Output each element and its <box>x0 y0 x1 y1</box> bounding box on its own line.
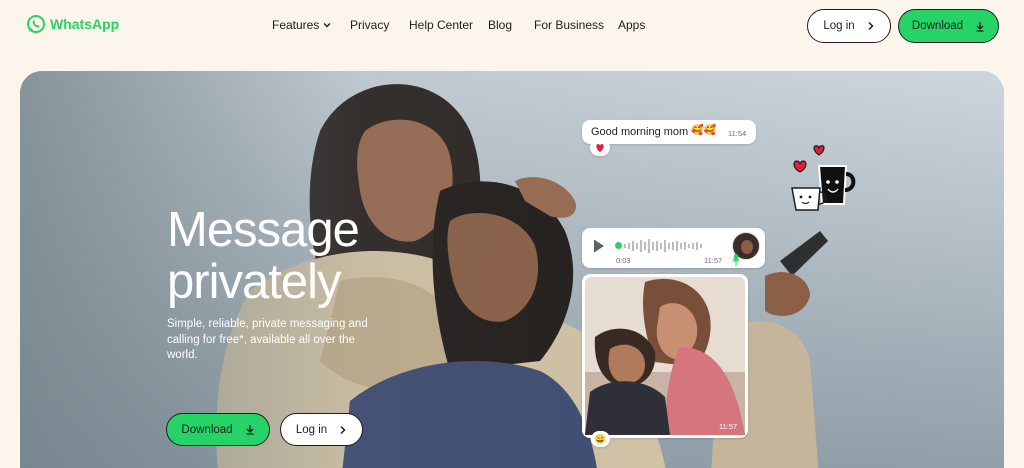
download-label: Download <box>911 20 964 32</box>
nav-link-blog[interactable]: Blog <box>488 18 512 32</box>
hero-title: Message privately <box>167 203 360 309</box>
photo-time: 11:57 <box>719 422 737 431</box>
emoji-icon: 🥰🥰 <box>691 125 716 136</box>
login-label: Log in <box>823 20 855 32</box>
photo-image: 11:57 <box>585 277 745 435</box>
hero-download-button[interactable]: Download <box>166 413 270 446</box>
download-label: Download <box>181 423 233 436</box>
download-icon <box>976 21 984 32</box>
nav-link-help-center[interactable]: Help Center <box>409 18 473 32</box>
voice-message-bubble: 0:03 11:57 <box>582 228 765 268</box>
chevron-down-icon <box>323 23 331 28</box>
chat-message-time: 11:54 <box>728 129 747 138</box>
voice-time: 11:57 <box>704 256 723 265</box>
chevron-right-icon <box>340 425 346 434</box>
photo-message-bubble: 11:57 <box>582 274 748 438</box>
coffee-sticker-icon <box>791 145 856 211</box>
hero-section: Message privately Simple, reliable, priv… <box>20 71 1004 468</box>
play-icon[interactable] <box>592 238 606 254</box>
nav-link-for-business[interactable]: For Business <box>534 18 604 32</box>
hero-title-line2: privately <box>167 255 341 309</box>
hero-login-button[interactable]: Log in <box>280 413 363 446</box>
microphone-icon <box>732 254 740 266</box>
smile-emoji-icon: 😄 <box>594 433 607 444</box>
chat-message-text: Good morning mom <box>591 126 689 138</box>
chevron-right-icon <box>868 21 874 31</box>
photo-reaction: 😄 <box>591 431 610 447</box>
login-label: Log in <box>295 423 328 436</box>
hero-title-line1: Message <box>167 203 360 257</box>
nav-download-button[interactable]: Download <box>898 9 999 43</box>
nav-login-button[interactable]: Log in <box>807 9 891 43</box>
nav-link-apps[interactable]: Apps <box>618 18 645 32</box>
top-navigation: WhatsApp Features Privacy Help Center Bl… <box>0 0 1024 50</box>
nav-link-label: Features <box>272 18 320 32</box>
voice-duration: 0:03 <box>616 256 631 265</box>
download-icon <box>246 425 254 435</box>
message-reaction <box>590 139 610 156</box>
nav-link-features[interactable]: Features <box>272 18 332 32</box>
heart-icon <box>596 144 604 152</box>
waveform-icon <box>624 239 702 253</box>
hero-subtitle: Simple, reliable, private messaging and … <box>167 318 368 361</box>
nav-link-privacy[interactable]: Privacy <box>350 18 389 32</box>
voice-progress-dot <box>615 242 622 249</box>
